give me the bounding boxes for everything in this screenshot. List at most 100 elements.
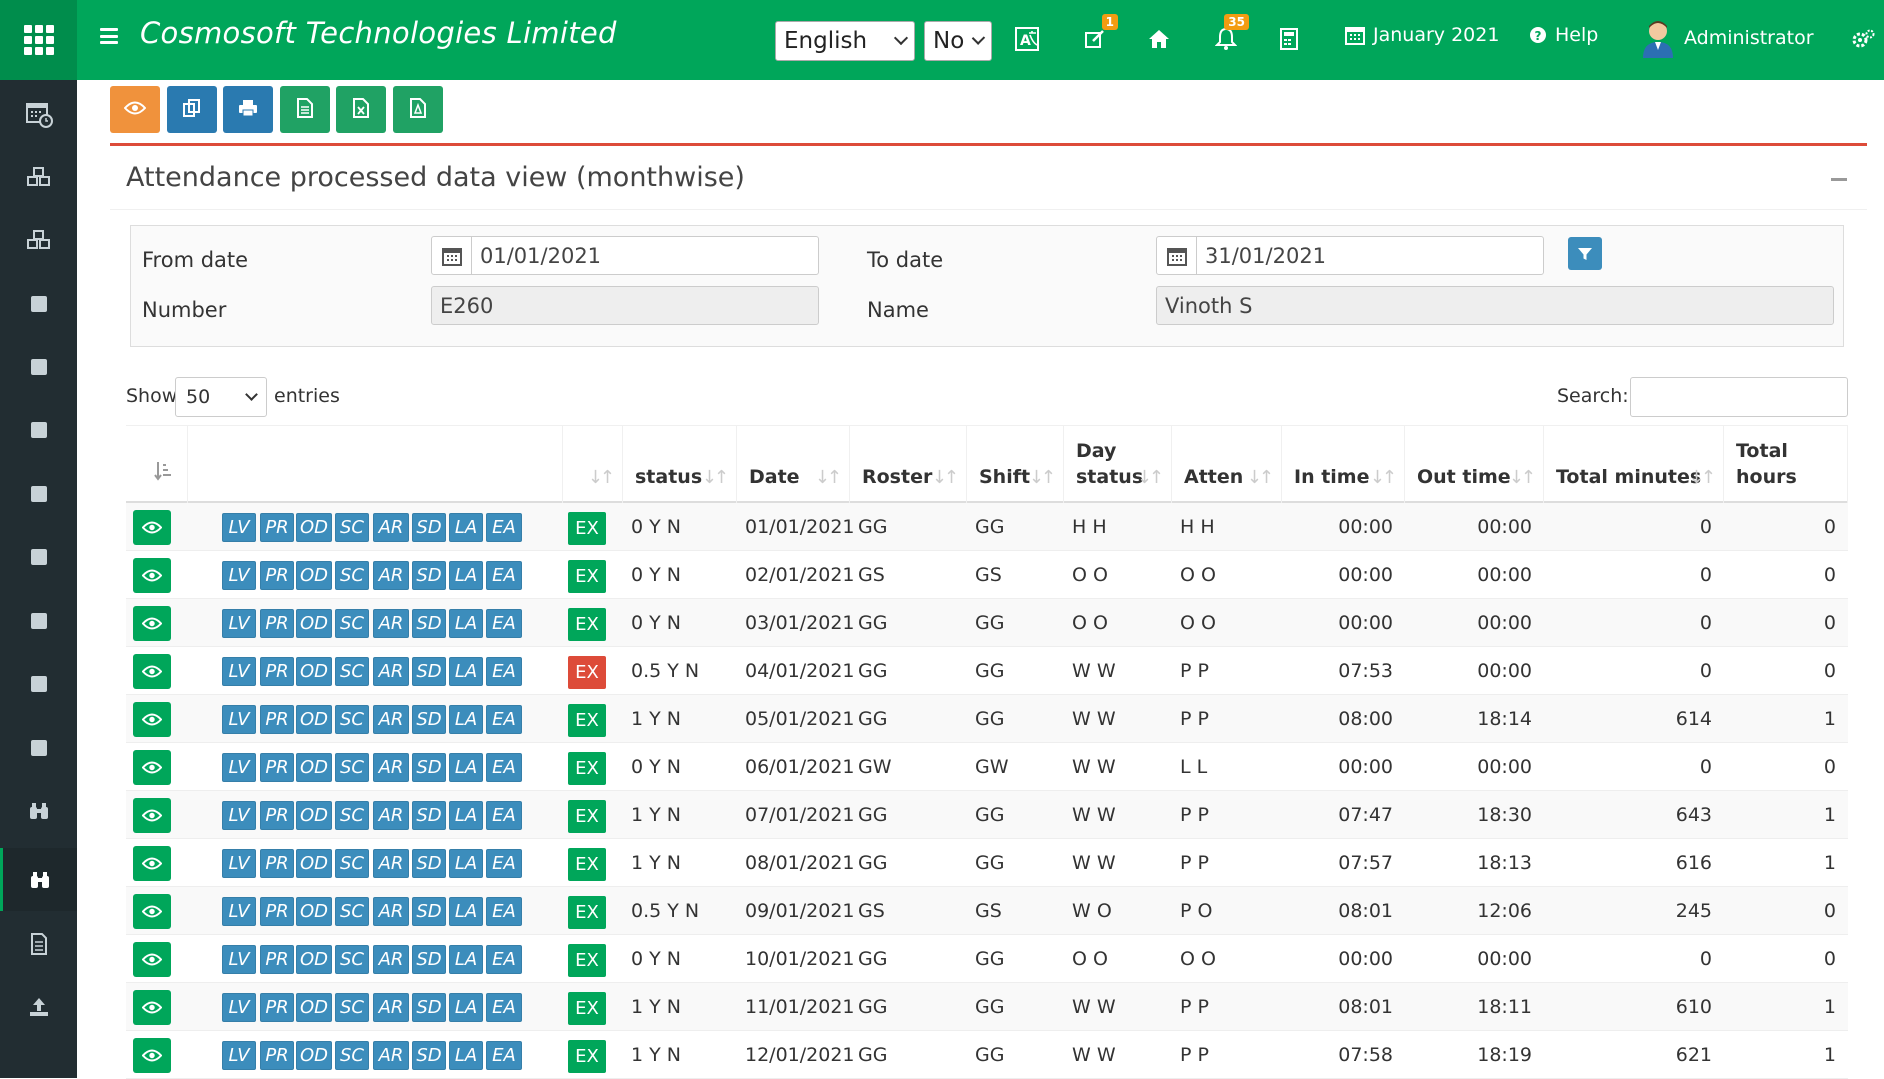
notifications-button[interactable]: 35: [1209, 14, 1249, 56]
action-button-ea[interactable]: EA: [486, 849, 522, 878]
ex-button[interactable]: EX: [568, 560, 606, 593]
action-button-sd[interactable]: SD: [412, 849, 446, 878]
action-button-pr[interactable]: PR: [260, 849, 294, 878]
sidebar-item-2[interactable]: [0, 335, 77, 398]
view-row-button[interactable]: [133, 654, 171, 689]
action-button-sc[interactable]: SC: [335, 801, 369, 830]
action-button-sd[interactable]: SD: [412, 513, 446, 542]
header-atten-column[interactable]: Atten ↓↑: [1172, 426, 1282, 504]
action-button-sd[interactable]: SD: [412, 561, 446, 590]
header-ex-column[interactable]: ↓↑: [563, 426, 623, 504]
action-button-lv[interactable]: LV: [222, 561, 256, 590]
action-button-od[interactable]: OD: [296, 657, 332, 686]
action-button-sc[interactable]: SC: [335, 945, 369, 974]
action-button-ar[interactable]: AR: [373, 993, 409, 1022]
action-button-sc[interactable]: SC: [335, 753, 369, 782]
action-button-ea[interactable]: EA: [486, 513, 522, 542]
search-input[interactable]: [1630, 377, 1848, 417]
ex-button[interactable]: EX: [568, 704, 606, 737]
filter-button[interactable]: [1568, 237, 1602, 270]
action-button-ar[interactable]: AR: [373, 897, 409, 926]
action-button-sc[interactable]: SC: [335, 609, 369, 638]
ex-button[interactable]: EX: [568, 848, 606, 881]
view-row-button[interactable]: [133, 750, 171, 785]
header-total-minutes-column[interactable]: Total minutes ↓↑: [1544, 426, 1724, 504]
action-button-od[interactable]: OD: [296, 897, 332, 926]
header-date-column[interactable]: Date ↓↑: [737, 426, 850, 504]
csv-button[interactable]: [279, 86, 330, 133]
action-button-lv[interactable]: LV: [222, 1041, 256, 1070]
menu-toggle-icon[interactable]: [100, 28, 118, 44]
action-button-sc[interactable]: SC: [335, 849, 369, 878]
header-actions-column[interactable]: [188, 426, 563, 504]
action-button-pr[interactable]: PR: [260, 561, 294, 590]
action-button-la[interactable]: LA: [449, 609, 483, 638]
action-button-la[interactable]: LA: [449, 993, 483, 1022]
action-button-la[interactable]: LA: [449, 945, 483, 974]
action-button-ar[interactable]: AR: [373, 945, 409, 974]
action-button-sc[interactable]: SC: [335, 561, 369, 590]
action-button-la[interactable]: LA: [449, 753, 483, 782]
action-button-od[interactable]: OD: [296, 705, 332, 734]
action-button-lv[interactable]: LV: [222, 849, 256, 878]
action-button-ar[interactable]: AR: [373, 849, 409, 878]
action-button-ar[interactable]: AR: [373, 609, 409, 638]
from-date-input[interactable]: 01/01/2021: [431, 236, 819, 275]
header-roster-column[interactable]: Roster ↓↑: [850, 426, 967, 504]
action-button-sd[interactable]: SD: [412, 657, 446, 686]
action-button-ar[interactable]: AR: [373, 705, 409, 734]
action-button-ar[interactable]: AR: [373, 1041, 409, 1070]
action-button-sd[interactable]: SD: [412, 753, 446, 782]
action-button-lv[interactable]: LV: [222, 945, 256, 974]
to-date-input[interactable]: 31/01/2021: [1156, 236, 1544, 275]
action-button-pr[interactable]: PR: [260, 801, 294, 830]
action-button-ar[interactable]: AR: [373, 801, 409, 830]
edit-notifications-button[interactable]: 1: [1078, 14, 1118, 56]
action-button-ea[interactable]: EA: [486, 993, 522, 1022]
action-button-sd[interactable]: SD: [412, 801, 446, 830]
action-button-la[interactable]: LA: [449, 1041, 483, 1070]
view-row-button[interactable]: [133, 558, 171, 593]
action-button-ea[interactable]: EA: [486, 897, 522, 926]
header-out-time-column[interactable]: Out time ↓↑: [1405, 426, 1544, 504]
copy-button[interactable]: [166, 86, 217, 133]
excel-button[interactable]: [336, 86, 386, 133]
action-button-od[interactable]: OD: [296, 993, 332, 1022]
sidebar-item-calendar[interactable]: [0, 82, 77, 145]
header-shift-column[interactable]: Shift ↓↑: [967, 426, 1064, 504]
action-button-la[interactable]: LA: [449, 657, 483, 686]
ex-button[interactable]: EX: [568, 896, 606, 929]
header-sort-column[interactable]: [126, 426, 188, 504]
sidebar-item-modules-1[interactable]: [0, 145, 77, 208]
action-button-ea[interactable]: EA: [486, 753, 522, 782]
action-button-lv[interactable]: LV: [222, 705, 256, 734]
ex-button[interactable]: EX: [568, 992, 606, 1025]
ex-button[interactable]: EX: [568, 1040, 606, 1073]
apps-grid-button[interactable]: [0, 0, 77, 80]
sidebar-item-modules-2[interactable]: [0, 208, 77, 271]
view-button[interactable]: [110, 86, 160, 133]
sidebar-item-reports-1[interactable]: [0, 779, 77, 842]
sidebar-item-upload[interactable]: [0, 975, 77, 1038]
action-button-la[interactable]: LA: [449, 705, 483, 734]
action-button-ea[interactable]: EA: [486, 609, 522, 638]
action-button-pr[interactable]: PR: [260, 945, 294, 974]
sidebar-item-documents[interactable]: [0, 912, 77, 975]
settings-icon[interactable]: [1846, 22, 1880, 56]
sidebar-item-7[interactable]: [0, 652, 77, 715]
action-button-sc[interactable]: SC: [335, 513, 369, 542]
action-button-ea[interactable]: EA: [486, 1041, 522, 1070]
header-day-status-column[interactable]: Day status ↓↑: [1064, 426, 1172, 504]
calculator-icon[interactable]: [1272, 22, 1306, 56]
action-button-pr[interactable]: PR: [260, 513, 294, 542]
action-button-sd[interactable]: SD: [412, 1041, 446, 1070]
action-button-lv[interactable]: LV: [222, 657, 256, 686]
action-button-sd[interactable]: SD: [412, 945, 446, 974]
action-button-od[interactable]: OD: [296, 513, 332, 542]
ex-button[interactable]: EX: [568, 752, 606, 785]
action-button-lv[interactable]: LV: [222, 513, 256, 542]
action-button-sd[interactable]: SD: [412, 609, 446, 638]
action-button-od[interactable]: OD: [296, 849, 332, 878]
view-row-button[interactable]: [133, 798, 171, 833]
action-button-od[interactable]: OD: [296, 561, 332, 590]
